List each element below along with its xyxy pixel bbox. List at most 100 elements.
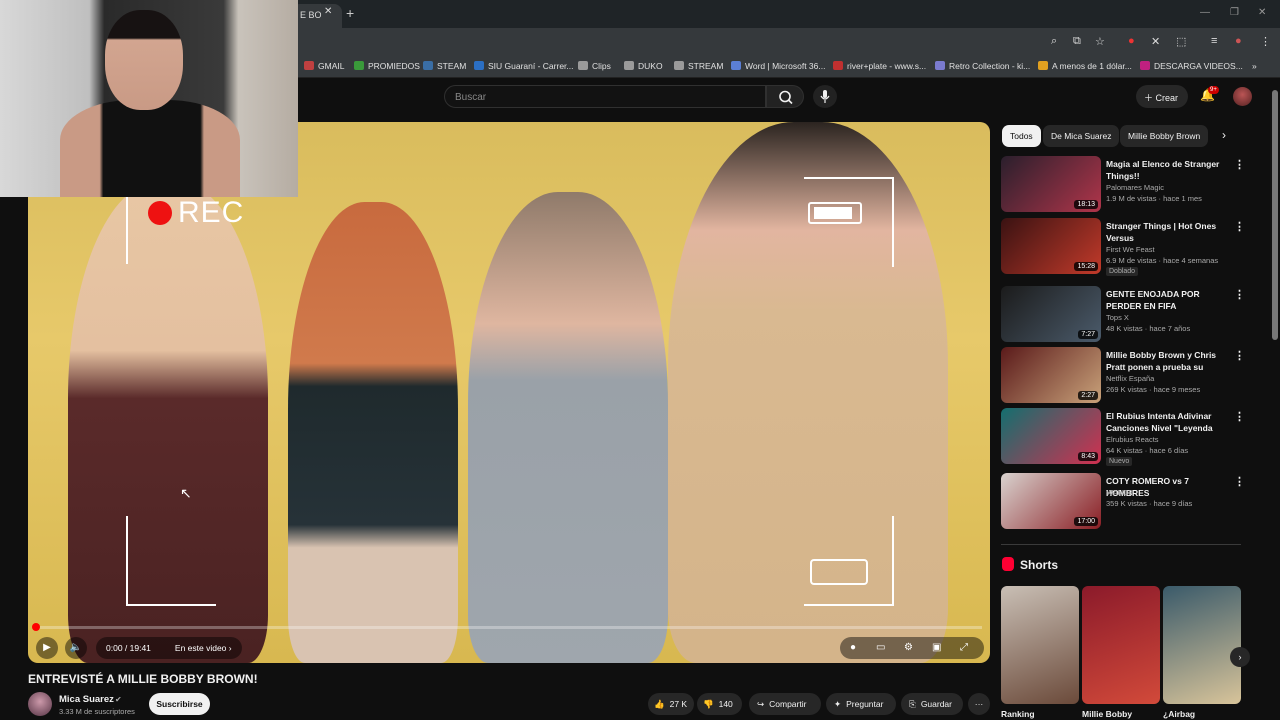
- tab-title: E BO: [300, 10, 322, 20]
- miniplayer-icon[interactable]: ▣: [932, 637, 941, 659]
- short-thumbnail[interactable]: [1001, 586, 1079, 704]
- kebab-menu-icon[interactable]: ⋮: [1234, 349, 1245, 362]
- media-control-icon[interactable]: ≡: [1211, 35, 1217, 47]
- bookmark-item[interactable]: PROMIEDOS: [354, 61, 420, 71]
- recommended-video[interactable]: 18:13 Magia al Elenco de Stranger Things!…: [1001, 156, 1245, 212]
- kebab-menu-icon[interactable]: ⋮: [1234, 158, 1245, 171]
- install-icon[interactable]: ⧉: [1073, 35, 1081, 48]
- page-scrollbar[interactable]: [1272, 90, 1278, 340]
- volume-button[interactable]: 🔈: [65, 637, 87, 659]
- bookmark-item[interactable]: Retro Collection - ki...: [935, 61, 1030, 71]
- bookmark-item[interactable]: river+plate - www.s...: [833, 61, 926, 71]
- bookmark-item[interactable]: GMAIL: [304, 61, 344, 71]
- short-title[interactable]: Ranking: [1001, 709, 1035, 719]
- recommended-video[interactable]: 15:28 Stranger Things | Hot Ones Versus Fi…: [1001, 218, 1245, 276]
- bookmark-item[interactable]: STEAM: [423, 61, 466, 71]
- recommended-video[interactable]: 8:43 El Rubius Intenta Adivinar Canciones…: [1001, 408, 1245, 466]
- recommended-title[interactable]: Magia al Elenco de Stranger Things!!: [1106, 158, 1226, 182]
- chevron-right-icon[interactable]: ›: [1222, 128, 1226, 142]
- progress-bar[interactable]: [36, 626, 982, 629]
- video-person-2: [288, 202, 458, 663]
- kebab-menu-icon[interactable]: ⋮: [1234, 410, 1245, 423]
- more-bookmarks-icon[interactable]: »: [1252, 61, 1257, 71]
- video-thumbnail[interactable]: 8:43: [1001, 408, 1101, 464]
- chip-channel[interactable]: De Mica Suarez: [1043, 125, 1120, 147]
- recommended-title[interactable]: Millie Bobby Brown y Chris Pratt ponen a…: [1106, 349, 1226, 373]
- recommended-video[interactable]: 7:27 GENTE ENOJADA POR PERDER EN FIFA Tops…: [1001, 286, 1245, 342]
- subtitles-icon[interactable]: ▭: [876, 637, 885, 659]
- channel-avatar[interactable]: [28, 692, 52, 716]
- save-button[interactable]: ⎘ Guardar: [901, 693, 963, 715]
- create-button[interactable]: ＋ Crear: [1136, 85, 1188, 108]
- bookmark-item[interactable]: STREAM: [674, 61, 723, 71]
- recommended-channel[interactable]: First We Feast: [1106, 245, 1155, 254]
- shorts-next-button[interactable]: ›: [1230, 647, 1250, 667]
- more-actions-button[interactable]: ···: [968, 693, 990, 715]
- bookmark-item[interactable]: Clips: [578, 61, 611, 71]
- bookmark-item[interactable]: DUKO: [624, 61, 663, 71]
- short-thumbnail[interactable]: [1082, 586, 1160, 704]
- bookmark-favicon-icon: [304, 61, 314, 70]
- recommended-channel[interactable]: Netflix España: [1106, 374, 1154, 383]
- like-button[interactable]: 👍 27 K: [648, 693, 694, 715]
- autoplay-toggle-icon[interactable]: ●: [850, 637, 856, 659]
- profile-avatar-icon[interactable]: ●: [1235, 35, 1242, 47]
- subscribe-button[interactable]: Suscribirse: [149, 693, 210, 715]
- video-player[interactable]: REC ▶ 🔈 0:00 / 19:41 En este video › ● ▭ …: [28, 122, 990, 663]
- settings-gear-icon[interactable]: ⚙: [904, 637, 913, 659]
- share-button[interactable]: ↪ Compartir: [749, 693, 821, 715]
- dislike-button[interactable]: 👎 140: [697, 693, 742, 715]
- video-thumbnail[interactable]: 15:28: [1001, 218, 1101, 274]
- bookmark-star-icon[interactable]: ☆: [1095, 35, 1105, 48]
- progress-scrubber[interactable]: [32, 623, 40, 631]
- voice-search-button[interactable]: [813, 85, 837, 108]
- video-thumbnail[interactable]: 18:13: [1001, 156, 1101, 212]
- channel-name[interactable]: Mica Suarez: [59, 694, 114, 705]
- recommended-channel[interactable]: Palomares Magic: [1106, 183, 1164, 192]
- tab-close-icon[interactable]: ✕: [324, 6, 332, 17]
- recommended-title[interactable]: GENTE ENOJADA POR PERDER EN FIFA: [1106, 288, 1226, 312]
- bookmark-item[interactable]: SIU Guaraní - Carrer...: [474, 61, 574, 71]
- chip-todos[interactable]: Todos: [1002, 125, 1041, 147]
- short-thumbnail[interactable]: [1163, 586, 1241, 704]
- kebab-menu-icon[interactable]: ⋮: [1234, 288, 1245, 301]
- bookmark-item[interactable]: DESCARGA VIDEOS...: [1140, 61, 1243, 71]
- extension-red-icon[interactable]: ●: [1128, 35, 1135, 47]
- time-chapter-pill[interactable]: 0:00 / 19:41 En este video ›: [96, 637, 242, 659]
- video-thumbnail[interactable]: 17:00: [1001, 473, 1101, 529]
- video-thumbnail[interactable]: 2:27: [1001, 347, 1101, 403]
- bookmark-favicon-icon: [578, 61, 588, 70]
- recommended-title[interactable]: El Rubius Intenta Adivinar Canciones Niv…: [1106, 410, 1226, 434]
- search-input[interactable]: Buscar: [444, 85, 766, 108]
- kebab-menu-icon[interactable]: ⋮: [1234, 220, 1245, 233]
- window-close-icon[interactable]: ✕: [1258, 7, 1266, 18]
- restore-icon[interactable]: ❐: [1230, 7, 1239, 18]
- short-title[interactable]: ¿Airbag: [1163, 709, 1195, 719]
- fullscreen-icon[interactable]: ⤢: [960, 637, 968, 659]
- minimize-icon[interactable]: —: [1200, 7, 1210, 18]
- browser-tab[interactable]: E BO: [292, 4, 342, 28]
- ask-button[interactable]: ✦ Preguntar: [826, 693, 896, 715]
- recommended-video[interactable]: 2:27 Millie Bobby Brown y Chris Pratt pon…: [1001, 347, 1245, 403]
- bookmark-item[interactable]: A menos de 1 dólar...: [1038, 61, 1132, 71]
- new-tab-icon[interactable]: +: [346, 5, 354, 21]
- recommended-channel[interactable]: Elrubius Reacts: [1106, 435, 1159, 444]
- recommended-video[interactable]: 17:00 COTY ROMERO vs 7 HOMBRES WANDII 359 K…: [1001, 473, 1245, 529]
- bookmark-item[interactable]: Word | Microsoft 36...: [731, 61, 825, 71]
- recommended-title[interactable]: Stranger Things | Hot Ones Versus: [1106, 220, 1226, 244]
- browser-menu-icon[interactable]: ⋮: [1260, 35, 1271, 48]
- search-button[interactable]: [766, 85, 804, 108]
- recommended-meta: 1.9 M de vistas · hace 1 mes: [1106, 194, 1202, 203]
- chapter-link[interactable]: En este video ›: [175, 643, 232, 653]
- recommended-channel[interactable]: WANDII: [1106, 488, 1133, 497]
- chip-millie[interactable]: Millie Bobby Brown: [1120, 125, 1209, 147]
- video-thumbnail[interactable]: 7:27: [1001, 286, 1101, 342]
- extensions-icon[interactable]: ⬚: [1176, 35, 1186, 48]
- kebab-menu-icon[interactable]: ⋮: [1234, 475, 1245, 488]
- recommended-channel[interactable]: Tops X: [1106, 313, 1129, 322]
- play-button[interactable]: ▶: [36, 637, 58, 659]
- account-avatar[interactable]: [1233, 87, 1252, 106]
- zoom-icon[interactable]: ⌕: [1051, 35, 1057, 48]
- short-title[interactable]: Millie Bobby: [1082, 709, 1132, 719]
- mute-icon[interactable]: ✕: [1151, 35, 1160, 48]
